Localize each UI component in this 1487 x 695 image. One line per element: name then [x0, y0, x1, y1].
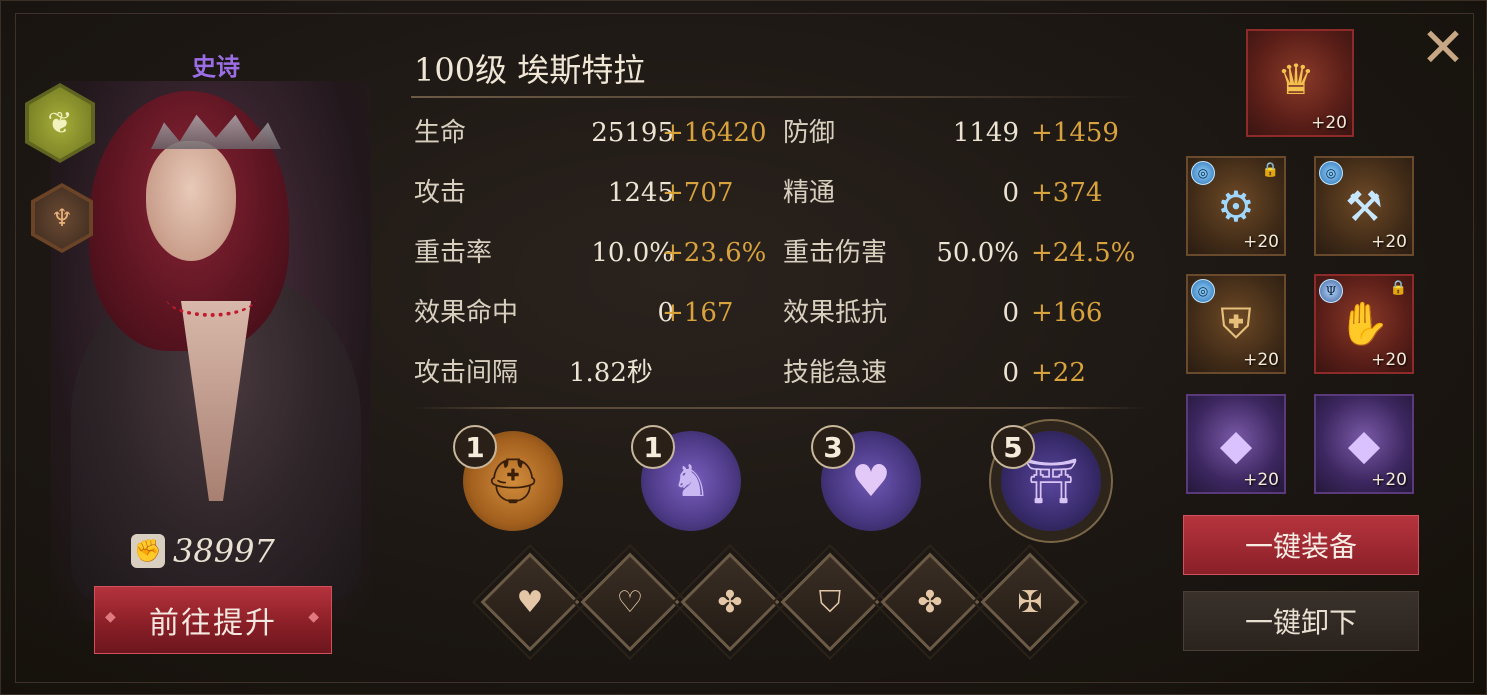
rarity-label: 史诗 [192, 52, 240, 81]
hero-title: 100级 埃斯特拉 [414, 51, 646, 89]
dragon-head-icon: ♆ [35, 187, 89, 249]
equip-level: +20 [1243, 350, 1279, 370]
heart-shield-icon: ♥ [851, 455, 891, 507]
set-count-badge: 1 [631, 425, 675, 469]
stat-label: 重击率 [414, 238, 493, 268]
set-bonus-medal[interactable]: ⛩ 5 [991, 425, 1101, 531]
combat-power: ✊ 38997 [131, 529, 275, 573]
armored-knight-icon: ♞ [671, 455, 711, 507]
stat-defense: 防御 1149 +1459 [783, 113, 1143, 153]
leaf-plus-icon: ✤ [917, 584, 943, 620]
equip-slot-armor[interactable]: ◎ ⛨ +20 [1186, 274, 1286, 374]
close-icon[interactable]: ✕ [1413, 16, 1473, 79]
stat-crit-damage: 重击伤害 50.0% +24.5% [783, 233, 1143, 273]
purple-gem-icon: ◆ [1219, 419, 1253, 469]
stat-bonus: +166 [1031, 298, 1103, 328]
stat-effect-hit: 效果命中 0 +167 [414, 293, 774, 333]
stat-base: 1.82秒 [569, 358, 653, 388]
stat-bonus: +16420 [662, 118, 767, 148]
chest-armor-icon: ⛨ [1220, 299, 1252, 348]
set-bonus-medal[interactable]: ♞ 1 [631, 425, 741, 531]
equip-slot-gauntlet[interactable]: Ψ 🔒 ✋ +20 [1314, 274, 1414, 374]
hero-necklace-art [166, 279, 256, 317]
stat-label: 效果命中 [414, 298, 519, 328]
leaf-crest-icon: ❦ [29, 87, 91, 159]
stat-bonus: +1459 [1031, 118, 1119, 148]
stat-base: 0 [1002, 178, 1019, 208]
stat-base: 0 [1002, 298, 1019, 328]
stat-attack-interval: 攻击间隔 1.82秒 [414, 353, 774, 393]
stat-hp: 生命 25195 +16420 [414, 113, 774, 153]
cross-hammer-icon: ✠ [1017, 584, 1043, 620]
stat-label: 攻击间隔 [414, 358, 519, 388]
fist-icon: ✊ [131, 534, 165, 568]
stat-bonus: +707 [662, 178, 734, 208]
stat-label: 精通 [783, 178, 836, 208]
skill-slot[interactable]: ♡ [572, 544, 688, 660]
leaf-plus-icon: ✤ [717, 584, 743, 620]
bracer-icon: ⚙ [1217, 181, 1255, 231]
stat-label: 攻击 [414, 178, 467, 208]
stat-base: 50.0% [936, 238, 1019, 268]
set-bonus-medal[interactable]: ♥ 3 [811, 425, 921, 531]
unequip-all-button[interactable]: 一键卸下 [1183, 591, 1419, 651]
stat-bonus: +374 [1031, 178, 1103, 208]
equip-level: +20 [1311, 113, 1347, 133]
stat-bonus: +23.6% [662, 238, 767, 268]
stat-label: 技能急速 [783, 358, 888, 388]
antler-crown-icon: ♛ [1277, 54, 1315, 104]
set-bonus-medal[interactable]: ⛑ 1 [453, 425, 563, 531]
stat-base: 0 [1002, 358, 1019, 388]
stat-attack: 攻击 1245 +707 [414, 173, 774, 213]
heart-icon: ♥ [516, 584, 544, 620]
stat-bonus: +22 [1031, 358, 1086, 388]
stat-effect-resist: 效果抵抗 0 +166 [783, 293, 1143, 333]
stat-crit-rate: 重击率 10.0% +23.6% [414, 233, 774, 273]
set-count-badge: 5 [991, 425, 1035, 469]
stat-mastery: 精通 0 +374 [783, 173, 1143, 213]
equip-level: +20 [1371, 350, 1407, 370]
hero-detail-panel: 史诗 ❦ ♆ ✊ 38997 前往提升 100级 埃斯特拉 生命 25195 +… [0, 0, 1487, 695]
skill-slot[interactable]: ⛉ [772, 544, 888, 660]
skill-slot[interactable]: ✤ [672, 544, 788, 660]
equip-level: +20 [1243, 470, 1279, 490]
set-count-badge: 1 [453, 425, 497, 469]
stat-label: 防御 [783, 118, 836, 148]
equip-slot-gem[interactable]: ◆ +20 [1314, 394, 1414, 494]
heart-hand-icon: ♡ [616, 584, 644, 620]
stat-label: 生命 [414, 118, 467, 148]
purple-gem-icon: ◆ [1347, 419, 1381, 469]
skill-slot[interactable]: ♥ [472, 544, 588, 660]
equip-slot-gem[interactable]: ◆ +20 [1186, 394, 1286, 494]
equip-level: +20 [1371, 232, 1407, 252]
shield-icon: ⛉ [818, 584, 842, 620]
equip-level: +20 [1243, 232, 1279, 252]
spartan-helmet-icon: ⛑ [485, 456, 541, 507]
equip-slot-crown[interactable]: ♛ +20 [1246, 29, 1354, 137]
hammer-icon: ⚒ [1345, 181, 1383, 231]
stat-skill-haste: 技能急速 0 +22 [783, 353, 1143, 393]
gauntlet-icon: ✋ [1337, 299, 1391, 348]
stat-base: 1149 [952, 118, 1019, 148]
hero-face-art [146, 141, 236, 261]
title-divider [411, 96, 1146, 98]
stats-divider [411, 407, 1146, 409]
combat-power-value: 38997 [173, 532, 275, 570]
skill-slot[interactable]: ✠ [972, 544, 1088, 660]
equip-slot-weapon[interactable]: ◎ ⚒ +20 [1314, 156, 1414, 256]
heart-gate-icon: ⛩ [1023, 456, 1079, 507]
equip-level: +20 [1371, 470, 1407, 490]
go-upgrade-button[interactable]: 前往提升 [94, 586, 332, 654]
equip-slot-bracer[interactable]: ◎ 🔒 ⚙ +20 [1186, 156, 1286, 256]
set-count-badge: 3 [811, 425, 855, 469]
stat-label: 重击伤害 [783, 238, 888, 268]
stat-bonus: +24.5% [1031, 238, 1136, 268]
stat-label: 效果抵抗 [783, 298, 888, 328]
stat-bonus: +167 [662, 298, 734, 328]
equip-all-button[interactable]: 一键装备 [1183, 515, 1419, 575]
skill-slot[interactable]: ✤ [872, 544, 988, 660]
